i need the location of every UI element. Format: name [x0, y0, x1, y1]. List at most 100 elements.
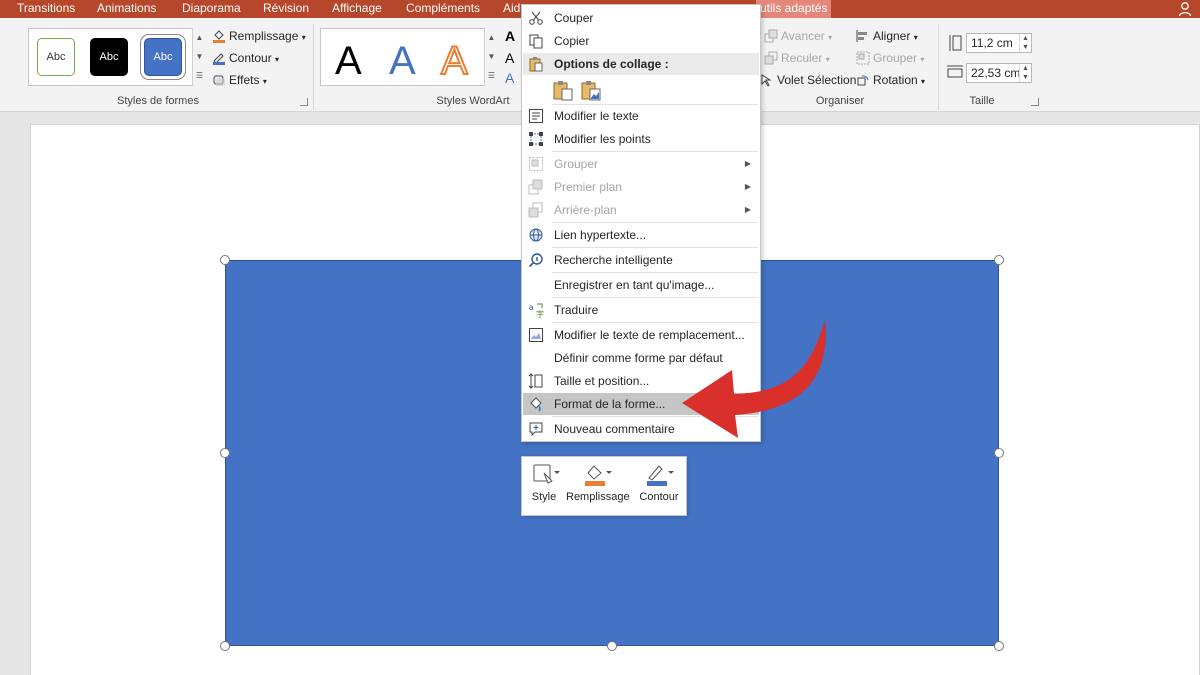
menu-separator	[552, 272, 758, 273]
align-button[interactable]: Aligner ▾	[856, 27, 918, 45]
svg-text:a: a	[529, 303, 534, 312]
menu-item-smart-lookup[interactable]: Recherche intelligente	[523, 249, 759, 271]
resize-handle[interactable]	[220, 448, 230, 458]
scroll-up-icon[interactable]: ▲	[485, 28, 498, 47]
resize-handle[interactable]	[220, 641, 230, 651]
copy-icon	[529, 34, 543, 49]
spin-arrows-icon[interactable]: ▲ ▼	[1019, 64, 1031, 82]
group-separator	[313, 24, 314, 110]
submenu-arrow-icon: ▶	[744, 182, 751, 191]
menu-item-save-as-picture[interactable]: Enregistrer en tant qu'image...	[523, 274, 759, 296]
send-backward-icon	[764, 51, 778, 65]
menu-item-cut[interactable]: Couper	[523, 7, 759, 29]
rotate-button[interactable]: Rotation ▾	[856, 71, 925, 89]
resize-handle[interactable]	[220, 255, 230, 265]
dialog-launcher-icon[interactable]	[300, 98, 308, 106]
send-to-back-icon	[528, 202, 543, 218]
group-button[interactable]: Grouper ▾	[856, 49, 924, 67]
wordart-sample[interactable]: A	[335, 39, 362, 84]
width-icon	[947, 65, 963, 78]
paint-bucket-icon	[585, 465, 612, 486]
spin-arrows-icon[interactable]: ▲ ▼	[1019, 34, 1031, 52]
shape-outline-button[interactable]: Contour ▾	[212, 49, 279, 67]
menu-item-bring-to-front[interactable]: Premier plan ▶	[523, 176, 759, 198]
send-backward-button[interactable]: Reculer ▾	[764, 49, 830, 67]
shape-effects-button[interactable]: Effets ▾	[212, 71, 267, 89]
shape-style-sample[interactable]: Abc	[90, 38, 128, 76]
tab-revision[interactable]: Révision	[263, 0, 309, 18]
group-icon	[529, 157, 543, 171]
tab-animations[interactable]: Animations	[97, 0, 156, 18]
wordart-sample[interactable]: A	[440, 38, 469, 84]
shape-height-input[interactable]: 11,2 cm ▲ ▼	[966, 33, 1032, 53]
gallery-more-icon[interactable]: ☰	[193, 66, 206, 85]
smart-lookup-icon	[528, 253, 543, 268]
shape-styles-gallery[interactable]: Abc Abc Abc ▲ ▼ ☰	[28, 28, 206, 86]
comment-icon	[529, 422, 543, 437]
menu-item-group[interactable]: Grouper ▶	[523, 153, 759, 175]
resize-handle[interactable]	[994, 641, 1004, 651]
mini-outline-button[interactable]: Contour	[636, 463, 682, 503]
menu-item-edit-points[interactable]: Modifier les points	[523, 128, 759, 150]
mini-style-button[interactable]: Style	[530, 463, 560, 503]
tab-aide[interactable]: Aid	[503, 0, 520, 18]
paste-options-header: Options de collage :	[523, 53, 759, 75]
bring-forward-icon	[764, 29, 778, 43]
menu-separator	[552, 222, 758, 223]
shape-fill-button[interactable]: Remplissage ▾	[212, 27, 306, 45]
effects-icon	[213, 75, 225, 86]
group-separator	[938, 24, 939, 110]
resize-handle[interactable]	[994, 255, 1004, 265]
size-position-icon	[528, 373, 543, 389]
user-share-icon[interactable]	[1178, 1, 1194, 17]
group-label-shape-styles: Styles de formes	[117, 95, 199, 107]
edit-text-icon	[529, 109, 543, 123]
shape-width-input[interactable]: 22,53 cm ▲ ▼	[966, 63, 1032, 83]
tab-transitions[interactable]: Transitions	[17, 0, 75, 18]
resize-handle[interactable]	[607, 641, 617, 651]
menu-item-copy[interactable]: Copier	[523, 30, 759, 52]
bring-forward-button[interactable]: Avancer ▾	[764, 27, 832, 45]
pencil-icon	[213, 53, 225, 65]
menu-item-send-to-back[interactable]: Arrière-plan ▶	[523, 199, 759, 221]
shape-style-sample-selected[interactable]: Abc	[144, 38, 182, 76]
scroll-down-icon[interactable]: ▼	[485, 47, 498, 66]
svg-text:字: 字	[536, 309, 544, 318]
translate-icon: a字	[529, 303, 544, 318]
mini-fill-button[interactable]: Remplissage	[566, 463, 630, 503]
hyperlink-globe-icon	[529, 228, 543, 242]
menu-separator	[552, 151, 758, 152]
gallery-scroll[interactable]: ▲ ▼ ☰	[192, 28, 206, 86]
menu-separator	[552, 247, 758, 248]
tab-diaporama[interactable]: Diaporama	[182, 0, 241, 18]
tab-affichage[interactable]: Affichage	[332, 0, 382, 18]
selection-pane-button[interactable]: Volet Sélection	[760, 71, 856, 89]
submenu-arrow-icon: ▶	[744, 159, 751, 168]
scroll-down-icon[interactable]: ▼	[193, 47, 206, 66]
paste-keep-source-icon[interactable]	[552, 79, 574, 101]
menu-item-edit-text[interactable]: Modifier le texte	[523, 105, 759, 127]
gallery-scroll[interactable]: ▲ ▼ ☰	[484, 28, 498, 86]
dialog-launcher-icon[interactable]	[1031, 98, 1039, 106]
text-fill-icon[interactable]: A	[505, 28, 515, 44]
selection-pane-icon	[761, 74, 772, 87]
shape-style-icon	[533, 464, 560, 484]
resize-handle[interactable]	[994, 448, 1004, 458]
menu-item-hyperlink[interactable]: Lien hypertexte...	[523, 224, 759, 246]
pencil-outline-icon	[647, 465, 674, 486]
scroll-up-icon[interactable]: ▲	[193, 28, 206, 47]
paint-bucket-icon	[213, 30, 225, 43]
text-effects-icon[interactable]: A	[505, 70, 514, 86]
text-outline-icon[interactable]: A	[505, 50, 514, 66]
clipboard-icon	[529, 57, 543, 72]
tab-tell-me[interactable]: utils adaptés	[756, 0, 832, 18]
gallery-more-icon[interactable]: ☰	[485, 66, 498, 85]
shape-style-sample[interactable]: Abc	[37, 38, 75, 76]
group-icon	[856, 51, 870, 65]
tab-complements[interactable]: Compléments	[406, 0, 480, 18]
wordart-gallery[interactable]: A A A ▲ ▼ ☰	[320, 28, 498, 86]
mini-toolbar: Style Remplissage Contour	[521, 456, 687, 516]
paste-picture-icon[interactable]	[580, 79, 602, 101]
height-icon	[949, 35, 962, 51]
wordart-sample[interactable]: A	[389, 39, 416, 84]
